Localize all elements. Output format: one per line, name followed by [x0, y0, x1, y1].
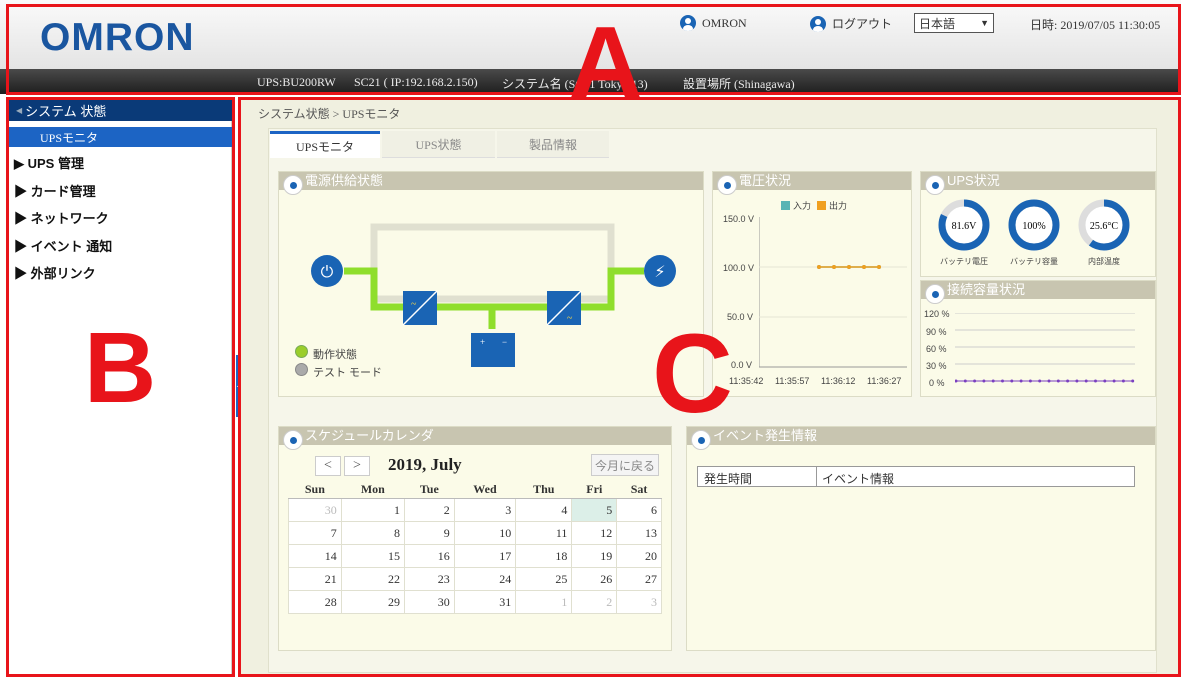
- annotation-label-c: C: [652, 311, 733, 436]
- annotation-label-a: A: [568, 6, 644, 122]
- annotation-label-b: B: [84, 312, 157, 424]
